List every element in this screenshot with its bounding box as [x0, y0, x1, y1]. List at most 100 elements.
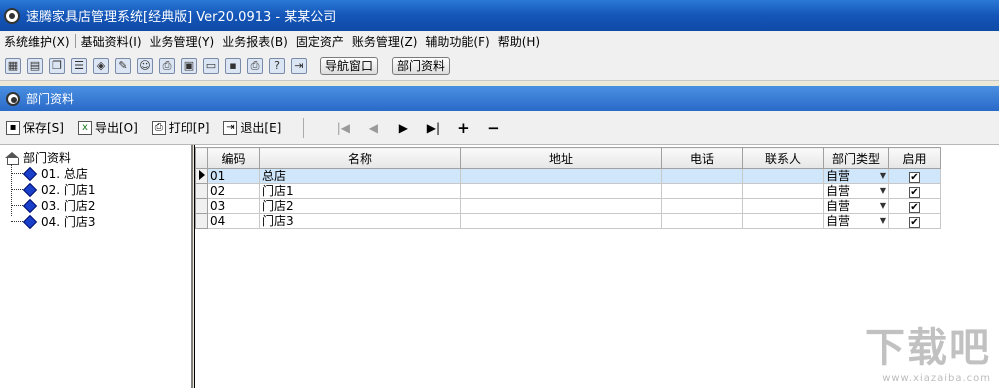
menu-business-reports[interactable]: 业务报表(B) — [218, 33, 292, 50]
enabled-checkbox[interactable]: ✔ — [909, 202, 920, 213]
cell-phone[interactable] — [661, 198, 743, 214]
tools-icon[interactable]: ✎ — [115, 57, 131, 74]
action-toolbar: ▪ 保存[S] x 导出[O] ⎙ 打印[P] ⇥ 退出[E] |◀ ◀ ▶ ▶… — [0, 111, 999, 145]
column-header-code[interactable]: 编码 — [207, 147, 260, 169]
cell-dept-type[interactable]: 自营 ▼ — [823, 213, 889, 229]
subwindow-icon — [6, 91, 20, 106]
node-diamond-icon — [22, 166, 38, 181]
tree-node-label: 02. 门店1 — [41, 183, 96, 197]
tree-branch — [11, 173, 23, 174]
cell-phone[interactable] — [661, 168, 743, 184]
department-tree: 部门资料 01. 总店 02. 门店1 03. 门店2 04. 门店3 — [0, 145, 193, 388]
cell-name[interactable]: 门店2 — [259, 198, 461, 214]
dropdown-arrow-icon[interactable]: ▼ — [880, 200, 886, 213]
cell-phone[interactable] — [661, 213, 743, 229]
export-button[interactable]: x 导出[O] — [77, 119, 138, 136]
cell-name[interactable]: 门店1 — [259, 183, 461, 199]
menu-system-maintenance[interactable]: 系统维护(X) — [0, 33, 74, 50]
cell-address[interactable] — [460, 168, 662, 184]
tree-node-03[interactable]: 03. 门店2 — [11, 197, 96, 214]
exit-button[interactable]: ⇥ 退出[E] — [223, 119, 281, 136]
palette-icon[interactable]: ◈ — [93, 57, 109, 74]
cell-dept-type[interactable]: 自营 ▼ — [823, 168, 889, 184]
cell-code[interactable]: 03 — [207, 198, 260, 214]
cell-phone[interactable] — [661, 183, 743, 199]
enabled-checkbox[interactable]: ✔ — [909, 217, 920, 228]
cell-contact[interactable] — [742, 198, 824, 214]
print-preview-icon[interactable]: ⎙ — [159, 57, 175, 74]
cell-address[interactable] — [460, 213, 662, 229]
app-logo-icon — [4, 7, 20, 24]
nav-window-button[interactable]: 导航窗口 — [320, 56, 379, 75]
dropdown-arrow-icon[interactable]: ▼ — [880, 215, 886, 228]
save-icon[interactable]: ▪ — [225, 57, 241, 74]
tree-node-04[interactable]: 04. 门店3 — [11, 213, 96, 230]
screen-icon[interactable]: ▭ — [203, 57, 219, 74]
menu-auxiliary-functions[interactable]: 辅助功能(F) — [421, 33, 493, 50]
column-header-phone[interactable]: 电话 — [661, 147, 743, 169]
cell-contact[interactable] — [742, 183, 824, 199]
last-record-button[interactable]: ▶| — [418, 121, 448, 135]
node-diamond-icon — [22, 214, 38, 229]
menu-basic-data[interactable]: 基础资料(I) — [77, 33, 146, 50]
first-record-button[interactable]: |◀ — [328, 121, 358, 135]
node-diamond-icon — [22, 198, 38, 213]
dept-type-value: 自营 — [826, 184, 851, 198]
exit-icon[interactable]: ⇥ — [291, 57, 307, 74]
dept-data-button[interactable]: 部门资料 — [392, 56, 451, 75]
delete-record-button[interactable]: − — [478, 119, 508, 137]
column-header-enabled[interactable]: 启用 — [888, 147, 941, 169]
form-icon[interactable]: ▤ — [27, 57, 43, 74]
table-row[interactable]: 02 门店1 自营 ▼ ✔ — [195, 183, 941, 199]
menu-help[interactable]: 帮助(H) — [494, 33, 544, 50]
tree-node-02[interactable]: 02. 门店1 — [11, 181, 96, 198]
list-icon[interactable]: ☰ — [71, 57, 87, 74]
save-button[interactable]: ▪ 保存[S] — [6, 119, 64, 136]
row-indicator — [195, 168, 208, 184]
column-header-address[interactable]: 地址 — [460, 147, 662, 169]
cell-dept-type[interactable]: 自营 ▼ — [823, 198, 889, 214]
menu-business-management[interactable]: 业务管理(Y) — [146, 33, 219, 50]
table-row[interactable]: 04 门店3 自营 ▼ ✔ — [195, 213, 941, 229]
exit-label: 退出[E] — [240, 121, 282, 135]
cell-name[interactable]: 总店 — [259, 168, 461, 184]
column-header-contact[interactable]: 联系人 — [742, 147, 824, 169]
next-record-button[interactable]: ▶ — [388, 121, 418, 135]
print-button[interactable]: ⎙ 打印[P] — [151, 119, 209, 136]
cell-enabled[interactable]: ✔ — [888, 213, 941, 229]
subwindow-title-bar: 部门资料 — [0, 86, 999, 111]
users-icon[interactable]: ☺ — [137, 57, 153, 74]
printer-icon[interactable]: ⎙ — [247, 57, 263, 74]
help-icon[interactable]: ? — [269, 57, 285, 74]
cell-code[interactable]: 01 — [207, 168, 260, 184]
folder-icon[interactable]: ▣ — [181, 57, 197, 74]
tree-root[interactable]: 部门资料 — [5, 149, 71, 166]
grid-icon[interactable]: ▦ — [5, 57, 21, 74]
window-icon[interactable]: ❐ — [49, 57, 65, 74]
cell-contact[interactable] — [742, 213, 824, 229]
enabled-checkbox[interactable]: ✔ — [909, 172, 920, 183]
table-row[interactable]: 01 总店 自营 ▼ ✔ — [195, 168, 941, 184]
cell-address[interactable] — [460, 198, 662, 214]
cell-address[interactable] — [460, 183, 662, 199]
cell-dept-type[interactable]: 自营 ▼ — [823, 183, 889, 199]
cell-name[interactable]: 门店3 — [259, 213, 461, 229]
dropdown-arrow-icon[interactable]: ▼ — [880, 170, 886, 183]
cell-code[interactable]: 04 — [207, 213, 260, 229]
cell-enabled[interactable]: ✔ — [888, 183, 941, 199]
cell-code[interactable]: 02 — [207, 183, 260, 199]
dropdown-arrow-icon[interactable]: ▼ — [880, 185, 886, 198]
add-record-button[interactable]: + — [448, 119, 478, 137]
cell-enabled[interactable]: ✔ — [888, 198, 941, 214]
enabled-checkbox[interactable]: ✔ — [909, 187, 920, 198]
column-header-dept-type[interactable]: 部门类型 — [823, 147, 889, 169]
prev-record-button[interactable]: ◀ — [358, 121, 388, 135]
home-icon — [5, 151, 19, 165]
menu-fixed-assets[interactable]: 固定资产 — [292, 33, 348, 50]
column-header-name[interactable]: 名称 — [259, 147, 461, 169]
cell-enabled[interactable]: ✔ — [888, 168, 941, 184]
menu-account-management[interactable]: 账务管理(Z) — [348, 33, 422, 50]
cell-contact[interactable] — [742, 168, 824, 184]
tree-node-01[interactable]: 01. 总店 — [11, 165, 88, 182]
table-row[interactable]: 03 门店2 自营 ▼ ✔ — [195, 198, 941, 214]
